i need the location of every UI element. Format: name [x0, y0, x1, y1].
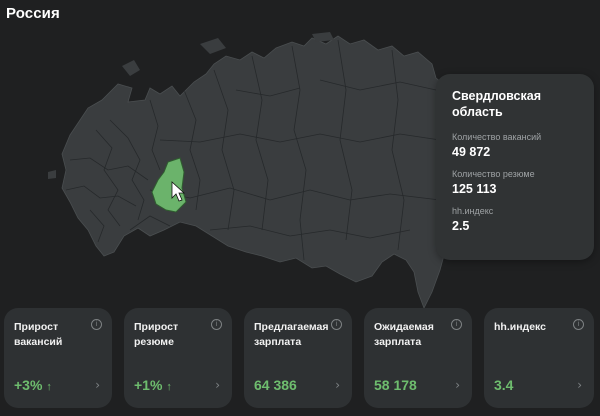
region-tooltip-card: Свердловская область Количество вакансий… — [436, 74, 594, 260]
kpi-value: +3% ↑ — [14, 377, 52, 393]
info-icon[interactable]: i — [451, 319, 462, 330]
kpi-card-resume-growth[interactable]: Прирост резюме i +1% ↑ › — [124, 308, 232, 408]
region-name: Свердловская область — [452, 89, 541, 119]
novaya-zemlya-island[interactable] — [122, 60, 140, 76]
arrow-up-icon: ↑ — [46, 381, 52, 393]
kpi-title: Предлагаемая зарплата — [254, 321, 329, 348]
info-icon[interactable]: i — [573, 319, 584, 330]
arctic-island[interactable] — [200, 38, 226, 54]
kpi-value-text: +1% — [134, 377, 163, 393]
page-title: Россия — [6, 5, 60, 22]
stat-value-vacancies: 49 872 — [452, 145, 491, 159]
kpi-title: Прирост вакансий — [14, 321, 63, 348]
kpi-card-expected-salary[interactable]: Ожидаемая зарплата i 58 178 › — [364, 308, 472, 408]
kpi-title: Ожидаемая зарплата — [374, 321, 434, 348]
chevron-right-icon[interactable]: › — [335, 378, 340, 392]
kpi-title: hh.индекс — [494, 321, 547, 333]
kpi-value: 58 178 — [374, 377, 417, 393]
stat-label-vacancies: Количество вакансий — [452, 132, 542, 142]
arrow-up-icon: ↑ — [166, 381, 172, 393]
chevron-right-icon[interactable]: › — [215, 378, 220, 392]
russia-landmass[interactable] — [61, 35, 447, 309]
info-icon[interactable]: i — [211, 319, 222, 330]
kpi-cards-row: Прирост вакансий i +3% ↑ › Прирост резюме… — [4, 308, 596, 408]
info-icon[interactable]: i — [331, 319, 342, 330]
kpi-value: 64 386 — [254, 377, 297, 393]
kpi-title: Прирост резюме — [134, 321, 179, 348]
stat-label-resumes: Количество резюме — [452, 169, 535, 179]
chevron-right-icon[interactable]: › — [455, 378, 460, 392]
kpi-card-hh-index[interactable]: hh.индекс i 3.4 › — [484, 308, 594, 408]
stat-label-hh-index: hh.индекс — [452, 206, 494, 216]
kpi-value-text: +3% — [14, 377, 43, 393]
kpi-value-text: 58 178 — [374, 377, 417, 393]
kaliningrad-region[interactable] — [48, 170, 56, 179]
kpi-value-text: 3.4 — [494, 377, 514, 393]
info-icon[interactable]: i — [91, 319, 102, 330]
kpi-value: +1% ↑ — [134, 377, 172, 393]
kpi-card-offered-salary[interactable]: Предлагаемая зарплата i 64 386 › — [244, 308, 352, 408]
kpi-value-text: 64 386 — [254, 377, 297, 393]
stat-value-resumes: 125 113 — [452, 182, 497, 196]
kpi-value: 3.4 — [494, 377, 513, 393]
chevron-right-icon[interactable]: › — [95, 378, 100, 392]
chevron-right-icon[interactable]: › — [577, 378, 582, 392]
stat-value-hh-index: 2.5 — [452, 219, 470, 233]
kpi-card-vacancy-growth[interactable]: Прирост вакансий i +3% ↑ › — [4, 308, 112, 408]
